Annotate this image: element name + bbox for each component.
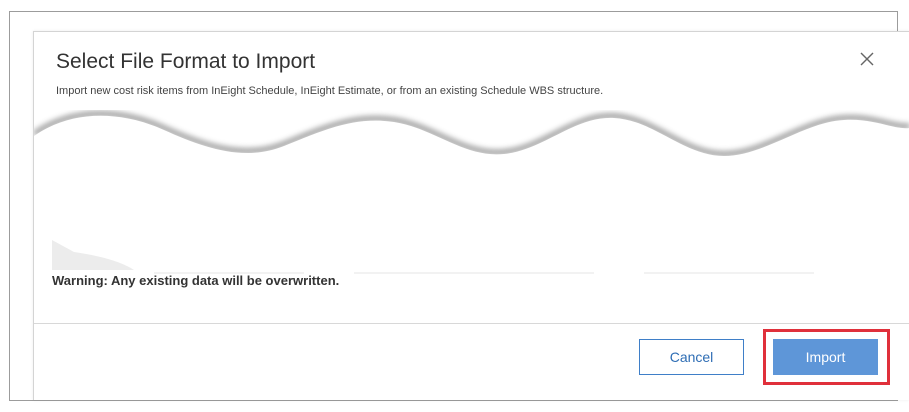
dialog-title: Select File Format to Import: [56, 50, 316, 73]
import-button[interactable]: Import: [773, 339, 878, 375]
dialog-subtitle: Import new cost risk items from InEight …: [56, 85, 604, 97]
close-icon: [860, 52, 874, 66]
cancel-button[interactable]: Cancel: [639, 339, 744, 375]
overwrite-warning: Warning: Any existing data will be overw…: [52, 273, 340, 288]
content-cutoff: [34, 111, 909, 280]
import-dialog: Select File Format to Import Import new …: [33, 31, 909, 400]
footer-divider: [34, 323, 909, 324]
close-button[interactable]: [856, 48, 878, 70]
